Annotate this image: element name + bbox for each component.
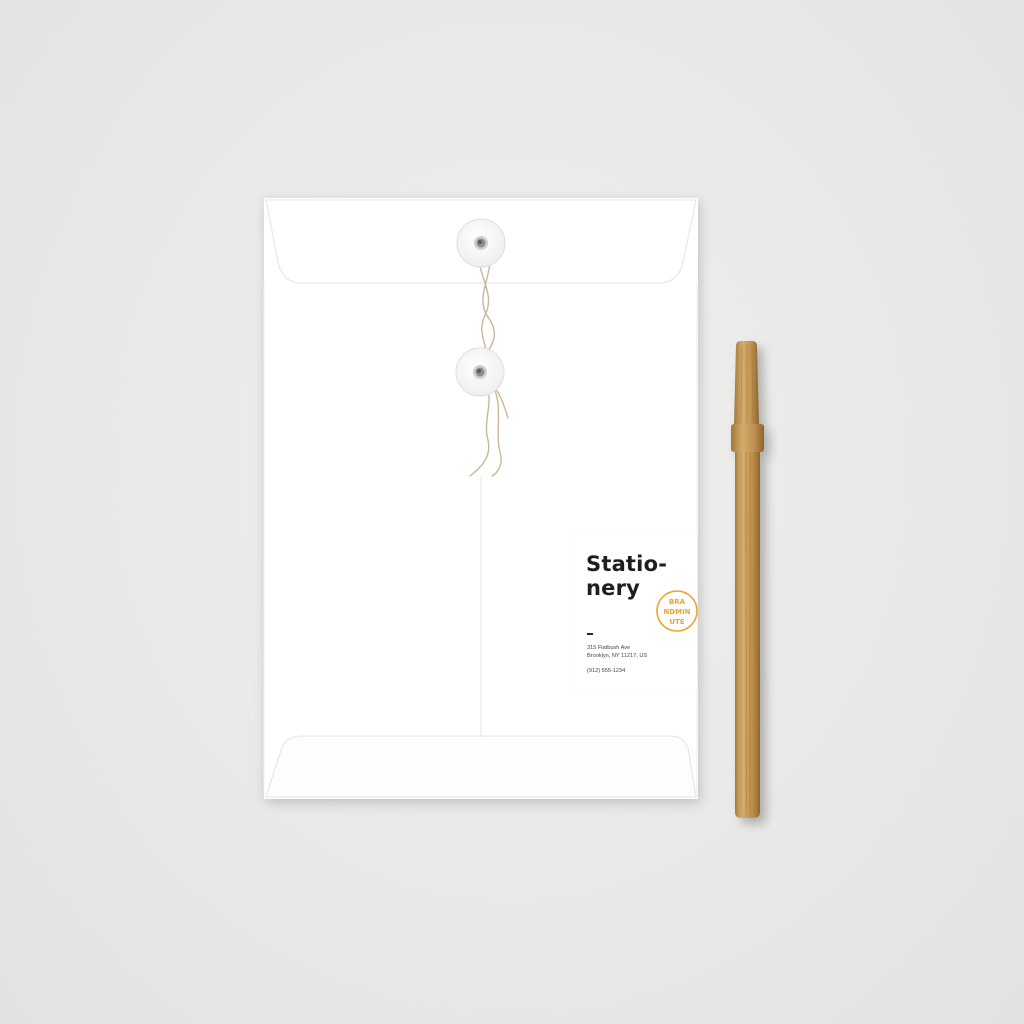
stamp-line1: BRA bbox=[669, 598, 686, 606]
label-dash bbox=[587, 633, 593, 635]
top-button-icon bbox=[456, 218, 506, 268]
label-address: 315 Flatbush Ave Brooklyn, NY 11217, US bbox=[587, 644, 647, 660]
brandminute-stamp-icon: BRA NDMIN UTE bbox=[656, 590, 698, 632]
pen-barrel bbox=[735, 448, 760, 818]
scene-artwork bbox=[263, 198, 764, 818]
stamp-line3: UTE bbox=[669, 618, 684, 626]
bottom-button-icon bbox=[455, 347, 505, 397]
label-phone: (912) 555-1234 bbox=[587, 668, 626, 674]
stamp-line2: NDMIN bbox=[663, 608, 690, 616]
envelope bbox=[263, 198, 698, 799]
label-address-line2: Brooklyn, NY 11217, US bbox=[587, 653, 648, 659]
stationery-scene: Statio- nery BRA NDMIN UTE 315 Flatbush … bbox=[0, 0, 1024, 1024]
stationery-label: Statio- nery BRA NDMIN UTE 315 Flatbush … bbox=[571, 534, 698, 692]
label-address-line1: 315 Flatbush Ave bbox=[587, 645, 631, 651]
pen-cap-ring bbox=[731, 424, 764, 452]
label-title-line1: Statio- bbox=[586, 552, 668, 576]
envelope-bottom-flap bbox=[265, 735, 697, 798]
bamboo-pen bbox=[731, 341, 764, 818]
pen-cap bbox=[734, 341, 759, 424]
